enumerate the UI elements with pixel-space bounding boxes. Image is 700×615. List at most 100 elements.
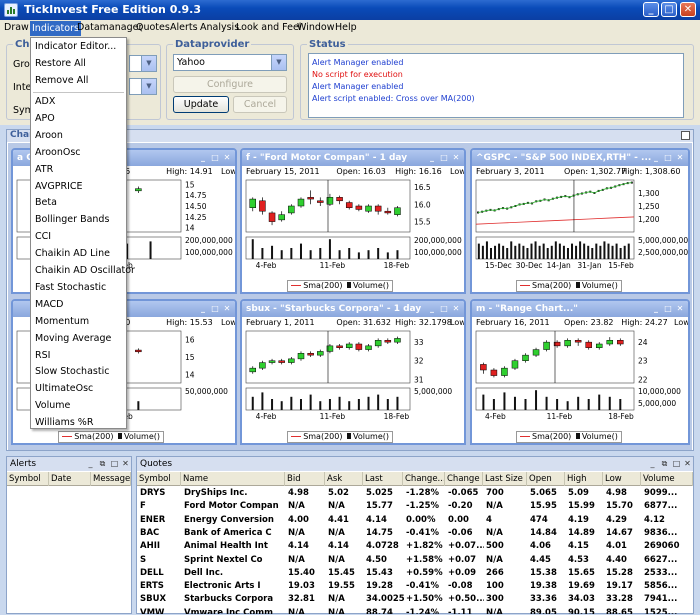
minimize-icon[interactable]: _ bbox=[643, 2, 659, 17]
maximize-icon[interactable]: □ bbox=[672, 459, 681, 468]
menu-item-chaikin-ad-oscillator[interactable]: Chaikin AD Oscillator bbox=[35, 265, 135, 276]
column-header[interactable]: Message bbox=[91, 472, 131, 486]
menu-quotes[interactable]: Quotes bbox=[136, 22, 170, 33]
column-header[interactable]: High bbox=[565, 472, 603, 486]
menu-item-bollinger-bands[interactable]: Bollinger Bands bbox=[35, 214, 109, 225]
close-icon[interactable]: ✕ bbox=[222, 153, 232, 162]
configure-button[interactable]: Configure bbox=[173, 76, 287, 93]
table-row[interactable]: F Ford Motor Compan N/A N/A 15.77 -1.25% -0.20… bbox=[138, 500, 688, 513]
chart-window[interactable]: sbux - "Starbucks Corpora" - 1 day _ □ ✕ Feb… bbox=[240, 299, 466, 445]
table-row[interactable]: VMW Vmware Inc Comm N/A N/A 88.74 -1.24% -1.11… bbox=[138, 607, 688, 614]
menu-item-beta[interactable]: Beta bbox=[35, 197, 57, 208]
close-icon[interactable]: ✕ bbox=[121, 459, 130, 468]
table-row[interactable]: ENER Energy Conversion 4.00 4.41 4.14 0.00% 0.… bbox=[138, 514, 688, 527]
maximize-icon[interactable]: □ bbox=[663, 304, 673, 313]
close-icon[interactable]: ✕ bbox=[675, 304, 685, 313]
minimize-icon[interactable]: _ bbox=[427, 153, 437, 162]
menu-item-remove-all[interactable]: Remove All bbox=[35, 75, 88, 86]
menu-item-williams-r[interactable]: Williams %R bbox=[35, 417, 93, 428]
group-select[interactable]: ▼ bbox=[129, 55, 157, 72]
menu-datamanager[interactable]: Datamanager bbox=[77, 22, 142, 33]
chart-window-title[interactable]: sbux - "Starbucks Corpora" - 1 day _ □ ✕ bbox=[242, 301, 464, 317]
column-header[interactable]: Symbol bbox=[137, 472, 181, 486]
restore-icon[interactable]: ⧉ bbox=[660, 459, 669, 468]
table-row[interactable]: BAC Bank of America C N/A N/A 14.75 -0.41% -0.… bbox=[138, 527, 688, 540]
maximize-icon[interactable]: □ bbox=[661, 2, 677, 17]
column-header[interactable]: Symbol bbox=[7, 472, 49, 486]
menu-item-slow-stochastic[interactable]: Slow Stochastic bbox=[35, 366, 109, 377]
table-row[interactable]: SBUX Starbucks Corpora 32.81 N/A 34.0025 +1.5… bbox=[138, 593, 688, 606]
menu-item-aroon[interactable]: Aroon bbox=[35, 130, 63, 141]
menu-item-apo[interactable]: APO bbox=[35, 113, 55, 124]
column-header[interactable]: Bid bbox=[285, 472, 325, 486]
close-icon[interactable]: ✕ bbox=[683, 459, 692, 468]
menu-item-indicator-editor[interactable]: Indicator Editor... bbox=[35, 41, 116, 52]
chart-window[interactable]: m - "Range Chart..." _ □ ✕ February 16, 2011… bbox=[470, 299, 690, 445]
price-chart[interactable]: 1,300 1,250 1,200 5,000,000,000 2,500,000,00… bbox=[472, 178, 688, 290]
chart-window[interactable]: ^GSPC - "S&P 500 INDEX,RTH" - ... _ □ ✕ Febr… bbox=[470, 148, 690, 294]
cancel-button[interactable]: Cancel bbox=[233, 96, 287, 113]
maximize-icon[interactable]: □ bbox=[210, 153, 220, 162]
column-header[interactable]: Change bbox=[445, 472, 483, 486]
menu-item-avgprice[interactable]: AVGPRICE bbox=[35, 181, 83, 192]
minimize-icon[interactable]: _ bbox=[86, 459, 95, 468]
close-icon[interactable]: ✕ bbox=[222, 304, 232, 313]
chart-window[interactable]: f - "Ford Motor Compan" - 1 day _ □ ✕ Februa… bbox=[240, 148, 466, 294]
minimize-icon[interactable]: _ bbox=[427, 304, 437, 313]
table-row[interactable]: DELL Dell Inc. 15.40 15.45 15.43 +0.59% +0.09 2… bbox=[138, 567, 688, 580]
price-chart[interactable]: 33 32 31 5,000,000 4-Feb 11-Feb 18-Feb bbox=[242, 329, 464, 441]
maximize-icon[interactable]: □ bbox=[439, 153, 449, 162]
price-chart[interactable]: 16.5 16.0 15.5 200,000,000 100,000,000 4-Feb 1… bbox=[242, 178, 464, 290]
menu-look-and-feel[interactable]: Look and Feel bbox=[236, 22, 301, 33]
price-chart[interactable]: 24 23 22 10,000,000 5,000,000 4-Feb 11-Feb 18-F… bbox=[472, 329, 688, 441]
menu-item-restore-all[interactable]: Restore All bbox=[35, 58, 86, 69]
table-row[interactable]: ERTS Electronic Arts I 19.03 19.55 19.28 -0.4… bbox=[138, 580, 688, 593]
table-row[interactable]: S Sprint Nextel Co N/A N/A 4.50 +1.58% +0.07 N/… bbox=[138, 554, 688, 567]
menu-item-chaikin-ad-line[interactable]: Chaikin AD Line bbox=[35, 248, 110, 259]
column-header[interactable]: Ask bbox=[325, 472, 363, 486]
table-row[interactable]: DRYS DryShips Inc. 4.98 5.02 5.025 -1.28% -0.0… bbox=[138, 487, 688, 500]
minimize-icon[interactable]: _ bbox=[198, 153, 208, 162]
close-icon[interactable]: ✕ bbox=[451, 304, 461, 313]
menu-indicators[interactable]: Indicators bbox=[30, 21, 81, 36]
provider-select[interactable]: Yahoo ▼ bbox=[173, 54, 287, 71]
column-header[interactable]: Date bbox=[49, 472, 91, 486]
menu-item-adx[interactable]: ADX bbox=[35, 96, 55, 107]
menu-item-moving-average[interactable]: Moving Average bbox=[35, 333, 111, 344]
column-header[interactable]: Last Size bbox=[483, 472, 527, 486]
interval-select[interactable]: ▼ bbox=[129, 78, 157, 95]
menu-item-momentum[interactable]: Momentum bbox=[35, 316, 89, 327]
restore-icon[interactable]: ⧉ bbox=[98, 459, 107, 468]
menu-window[interactable]: Window bbox=[297, 22, 334, 33]
menu-item-aroonosc[interactable]: AroonOsc bbox=[35, 147, 81, 158]
update-button[interactable]: Update bbox=[173, 96, 229, 113]
chart-window-title[interactable]: f - "Ford Motor Compan" - 1 day _ □ ✕ bbox=[242, 150, 464, 166]
menu-item-rsi[interactable]: RSI bbox=[35, 350, 50, 361]
minimize-icon[interactable]: _ bbox=[651, 304, 661, 313]
menu-item-macd[interactable]: MACD bbox=[35, 299, 63, 310]
chart-window-title[interactable]: ^GSPC - "S&P 500 INDEX,RTH" - ... _ □ ✕ bbox=[472, 150, 688, 166]
menu-help[interactable]: Help bbox=[335, 22, 357, 33]
close-icon[interactable]: ✕ bbox=[675, 153, 685, 162]
close-icon[interactable]: ✕ bbox=[680, 2, 696, 17]
menu-draw[interactable]: Draw bbox=[4, 22, 29, 33]
table-row[interactable]: AHII Animal Health Int 4.14 4.14 4.0728 +1.82… bbox=[138, 540, 688, 553]
column-header[interactable]: Last bbox=[363, 472, 403, 486]
column-header[interactable]: Change... bbox=[403, 472, 445, 486]
menu-item-volume[interactable]: Volume bbox=[35, 400, 70, 411]
maximize-icon[interactable]: □ bbox=[663, 153, 673, 162]
column-header[interactable]: Volume bbox=[641, 472, 693, 486]
status-list[interactable]: Alert Manager enabled No script for exec… bbox=[308, 53, 684, 118]
menu-item-atr[interactable]: ATR bbox=[35, 164, 53, 175]
menu-item-ultimateosc[interactable]: UltimateOsc bbox=[35, 383, 93, 394]
close-icon[interactable]: ✕ bbox=[451, 153, 461, 162]
minimize-icon[interactable]: _ bbox=[648, 459, 657, 468]
column-header[interactable]: Open bbox=[527, 472, 565, 486]
minimize-icon[interactable]: _ bbox=[651, 153, 661, 162]
menu-alerts[interactable]: Alerts bbox=[170, 22, 198, 33]
column-header[interactable]: Name bbox=[181, 472, 285, 486]
menu-item-cci[interactable]: CCI bbox=[35, 231, 51, 242]
minimize-icon[interactable]: _ bbox=[198, 304, 208, 313]
menu-analysis[interactable]: Analysis bbox=[200, 22, 239, 33]
maximize-icon[interactable]: □ bbox=[210, 304, 220, 313]
